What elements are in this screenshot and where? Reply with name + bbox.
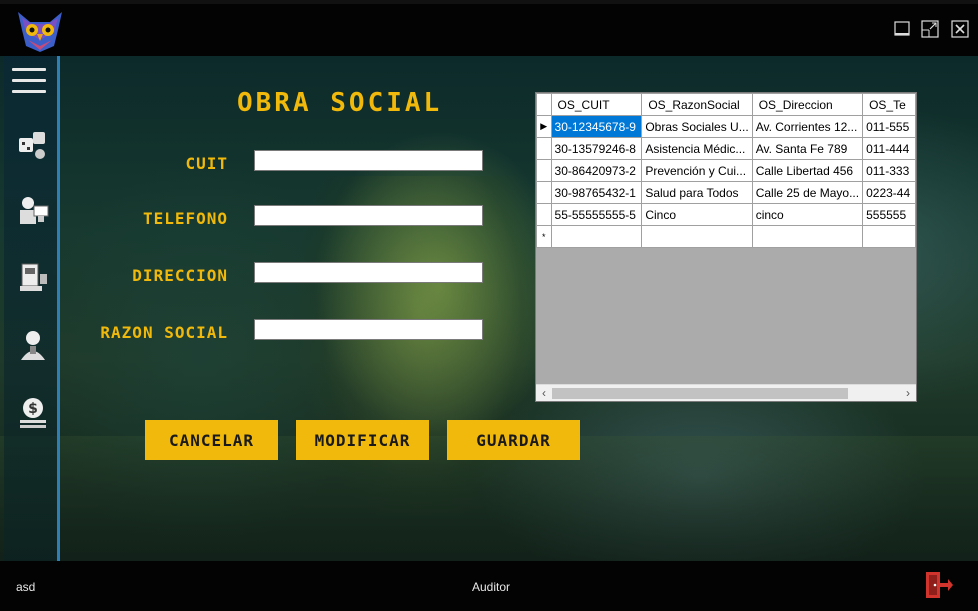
- grid-cell[interactable]: [550, 225, 643, 248]
- direccion-label: DIRECCION: [132, 266, 228, 285]
- title-bar: [0, 4, 978, 56]
- page-title: OBRA SOCIAL: [237, 88, 443, 118]
- obra-social-grid[interactable]: OS_CUIT OS_RazonSocial OS_Direccion OS_T…: [535, 92, 917, 402]
- grid-cell[interactable]: 011-555: [862, 115, 916, 138]
- grid-cell[interactable]: [751, 225, 864, 248]
- table-row[interactable]: 55-55555555-5 Cinco cinco 555555: [536, 203, 916, 226]
- money-icon[interactable]: $: [16, 396, 50, 430]
- row-header[interactable]: [536, 159, 552, 182]
- grid-cell[interactable]: Cinco: [641, 203, 753, 226]
- cancelar-button[interactable]: CANCELAR: [145, 420, 278, 460]
- logout-door-icon[interactable]: [922, 569, 954, 601]
- grid-cell[interactable]: Av. Santa Fe 789: [751, 137, 864, 160]
- table-row[interactable]: 30-13579246-8 Asistencia Médic... Av. Sa…: [536, 137, 916, 160]
- horizontal-scrollbar[interactable]: ‹ ›: [536, 384, 916, 401]
- column-header[interactable]: OS_CUIT: [550, 93, 643, 116]
- maximize-icon[interactable]: [921, 20, 939, 38]
- status-bar: asd Auditor: [0, 561, 978, 611]
- owl-logo-icon: [18, 12, 62, 52]
- close-icon[interactable]: [951, 20, 969, 38]
- grid-cell[interactable]: 55-55555555-5: [550, 203, 643, 226]
- scroll-right-icon[interactable]: ›: [901, 386, 915, 400]
- new-row-marker[interactable]: *: [536, 225, 552, 248]
- telefono-input[interactable]: [254, 205, 483, 226]
- cuit-label: CUIT: [185, 154, 228, 173]
- direccion-input[interactable]: [254, 262, 483, 283]
- grid-header-row: OS_CUIT OS_RazonSocial OS_Direccion OS_T…: [536, 93, 916, 116]
- grid-cell[interactable]: Salud para Todos: [641, 181, 753, 204]
- table-row[interactable]: 30-98765432-1 Salud para Todos Calle 25 …: [536, 181, 916, 204]
- new-row[interactable]: *: [536, 225, 916, 248]
- column-header[interactable]: OS_RazonSocial: [641, 93, 753, 116]
- grid-cell[interactable]: Prevención y Cui...: [641, 159, 753, 182]
- scroll-left-icon[interactable]: ‹: [537, 386, 551, 400]
- row-header[interactable]: [536, 203, 552, 226]
- grid-cell[interactable]: 30-13579246-8: [550, 137, 643, 160]
- sidebar: $: [4, 56, 60, 561]
- current-role: Auditor: [472, 580, 511, 594]
- table-row[interactable]: ▶ 30-12345678-9 Obras Sociales U... Av. …: [536, 115, 916, 138]
- grid-cell[interactable]: 555555: [862, 203, 916, 226]
- svg-text:$: $: [28, 401, 38, 417]
- grid-table: OS_CUIT OS_RazonSocial OS_Direccion OS_T…: [536, 93, 916, 248]
- table-row[interactable]: 30-86420973-2 Prevención y Cui... Calle …: [536, 159, 916, 182]
- current-user: asd: [16, 580, 36, 594]
- current-row-marker[interactable]: ▶: [536, 115, 552, 138]
- grid-cell[interactable]: 30-12345678-9: [550, 115, 643, 138]
- grid-cell[interactable]: 0223-44: [862, 181, 916, 204]
- grid-cell[interactable]: [641, 225, 753, 248]
- grid-corner-cell: [536, 93, 552, 116]
- grid-cell[interactable]: Obras Sociales U...: [641, 115, 753, 138]
- razon-social-label: RAZON SOCIAL: [100, 323, 228, 342]
- menu-hamburger-icon[interactable]: [12, 68, 46, 96]
- grid-cell[interactable]: Calle Libertad 456: [751, 159, 864, 182]
- row-header[interactable]: [536, 181, 552, 204]
- row-header[interactable]: [536, 137, 552, 160]
- telefono-label: TELEFONO: [142, 209, 228, 228]
- razon-social-input[interactable]: [254, 319, 483, 340]
- grid-cell[interactable]: 011-333: [862, 159, 916, 182]
- modificar-button[interactable]: MODIFICAR: [296, 420, 429, 460]
- column-header[interactable]: OS_Direccion: [751, 93, 864, 116]
- grid-cell[interactable]: Calle 25 de Mayo...: [751, 181, 864, 204]
- grid-cell[interactable]: Asistencia Médic...: [641, 137, 753, 160]
- grid-cell[interactable]: cinco: [751, 203, 864, 226]
- grid-cell[interactable]: Av. Corrientes 12...: [751, 115, 864, 138]
- scrollbar-thumb[interactable]: [552, 388, 848, 399]
- grid-cell[interactable]: 011-444: [862, 137, 916, 160]
- column-header[interactable]: OS_Te: [862, 93, 916, 116]
- guardar-button[interactable]: GUARDAR: [447, 420, 580, 460]
- grid-cell[interactable]: 30-98765432-1: [550, 181, 643, 204]
- minimize-icon[interactable]: [893, 20, 911, 38]
- grid-cell[interactable]: 30-86420973-2: [550, 159, 643, 182]
- grid-cell[interactable]: [862, 225, 916, 248]
- cuit-input[interactable]: [254, 150, 483, 171]
